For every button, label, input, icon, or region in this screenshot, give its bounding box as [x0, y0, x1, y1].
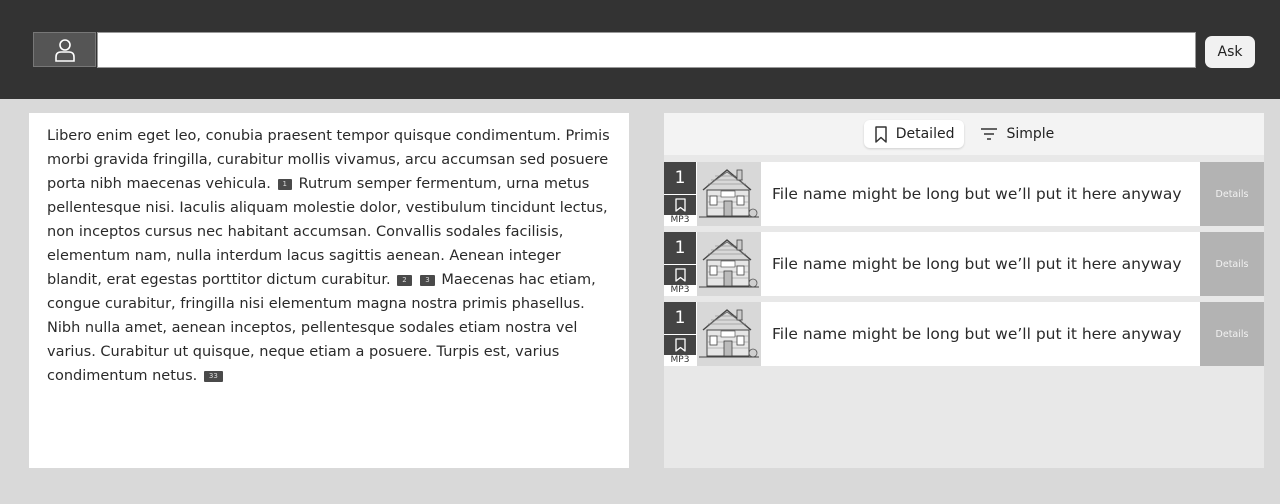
file-thumbnail — [697, 162, 761, 226]
answer-text-panel: Libero enim eget leo, conubia praesent t… — [29, 113, 629, 468]
details-button[interactable]: Details — [1200, 232, 1264, 296]
file-format-label: MP3 — [670, 215, 690, 225]
user-icon — [54, 38, 75, 62]
view-toggle-bar: Detailed Simple — [664, 113, 1264, 155]
question-input[interactable] — [97, 32, 1196, 68]
detailed-label: Detailed — [895, 126, 955, 142]
citation-badge[interactable]: 33 — [203, 370, 223, 382]
filter-icon — [981, 128, 998, 140]
details-button[interactable]: Details — [1200, 162, 1264, 226]
simple-label: Simple — [1006, 126, 1055, 142]
sources-panel: Detailed Simple 1 MP3 File name might be l… — [664, 113, 1264, 468]
bookmark-icon — [674, 338, 686, 352]
file-row[interactable]: 1 MP3 File name might be long but we’ll pu… — [664, 302, 1264, 366]
house-thumbnail-icon — [697, 302, 761, 366]
answer-paragraph-part-3: Maecenas hac etiam, congue curabitur, fr… — [47, 272, 596, 384]
citation-badge[interactable]: 3 — [420, 274, 435, 286]
bookmark-icon — [874, 125, 887, 143]
file-row[interactable]: 1 MP3 File name might be long but we’ll pu… — [664, 162, 1264, 226]
file-rank-number: 1 — [664, 232, 696, 264]
file-rank-number: 1 — [664, 162, 696, 194]
details-button[interactable]: Details — [1200, 302, 1264, 366]
file-thumbnail — [697, 302, 761, 366]
ask-button[interactable]: Ask — [1205, 36, 1255, 68]
file-format-label: MP3 — [670, 355, 690, 365]
bookmark-button[interactable] — [664, 265, 696, 285]
citation-badge[interactable]: 1 — [277, 178, 292, 190]
file-name[interactable]: File name might be long but we’ll put it… — [772, 162, 1182, 226]
file-format-label: MP3 — [670, 285, 690, 295]
file-thumbnail — [697, 232, 761, 296]
house-thumbnail-icon — [697, 162, 761, 226]
top-bar: Ask — [0, 0, 1280, 99]
bookmark-icon — [674, 198, 686, 212]
file-name[interactable]: File name might be long but we’ll put it… — [772, 302, 1182, 366]
user-avatar-button[interactable] — [33, 32, 96, 67]
file-rank-number: 1 — [664, 302, 696, 334]
bookmark-button[interactable] — [664, 335, 696, 355]
bookmark-icon — [674, 268, 686, 282]
house-thumbnail-icon — [697, 232, 761, 296]
view-toggle: Detailed Simple — [863, 120, 1065, 148]
detailed-view-button[interactable]: Detailed — [863, 120, 965, 148]
citation-badge[interactable]: 2 — [397, 274, 412, 286]
bookmark-button[interactable] — [664, 195, 696, 215]
simple-view-button[interactable]: Simple — [970, 120, 1064, 148]
file-row[interactable]: 1 MP3 File name might be long but we’ll pu… — [664, 232, 1264, 296]
file-name[interactable]: File name might be long but we’ll put it… — [772, 232, 1182, 296]
